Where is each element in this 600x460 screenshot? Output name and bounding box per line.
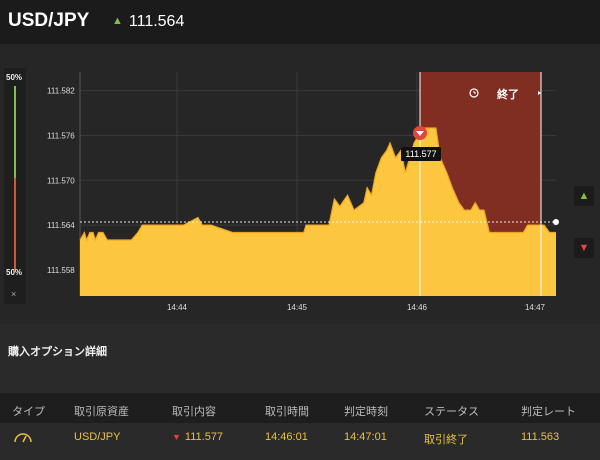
arrow-down-icon: ▼ — [578, 242, 590, 254]
y-tick-label: 111.582 — [47, 87, 75, 96]
col-header-asset: 取引原資産 — [74, 406, 129, 418]
row-asset: USD/JPY — [74, 431, 121, 443]
row-trade-time: 14:46:01 — [265, 431, 308, 443]
y-tick-label: 111.558 — [47, 266, 75, 275]
expiry-text: 終了 — [497, 87, 519, 101]
arrow-up-icon: ▲ — [578, 190, 590, 202]
y-tick-label: 111.570 — [47, 176, 75, 185]
row-judge-rate: 111.563 — [521, 431, 560, 443]
x-tick-label: 14:45 — [287, 303, 308, 312]
arrow-down-icon: ▼ — [172, 432, 181, 442]
col-header-type: タイプ — [12, 406, 45, 418]
y-tick-label: 111.564 — [47, 221, 75, 230]
price-chart: 111.582 111.576 111.570 111.564 111.558 14:44… — [47, 72, 559, 312]
current-price-dot — [553, 219, 559, 225]
x-tick-label: 14:44 — [167, 303, 188, 312]
col-header-judge-time: 判定時刻 — [344, 406, 388, 418]
section-title: 購入オプション詳細 — [8, 346, 107, 358]
gauge-icon — [14, 433, 32, 443]
row-judge-time: 14:47:01 — [344, 431, 387, 443]
row-content: ▼ 111.577 — [172, 431, 223, 443]
col-header-judge-rate: 判定レート — [521, 406, 576, 418]
low-button[interactable]: ▼ — [574, 238, 594, 258]
y-tick-label: 111.576 — [47, 131, 75, 140]
x-tick-label: 14:47 — [525, 303, 546, 312]
high-button[interactable]: ▲ — [574, 186, 594, 206]
row-content-value: 111.577 — [184, 431, 224, 443]
row-status: 取引終了 — [424, 434, 468, 446]
entry-marker-label: 111.577 — [405, 149, 436, 159]
x-tick-label: 14:46 — [407, 303, 428, 312]
col-header-trade-time: 取引時間 — [265, 406, 309, 418]
col-header-status: ステータス — [424, 406, 479, 418]
col-header-content: 取引内容 — [172, 406, 216, 418]
